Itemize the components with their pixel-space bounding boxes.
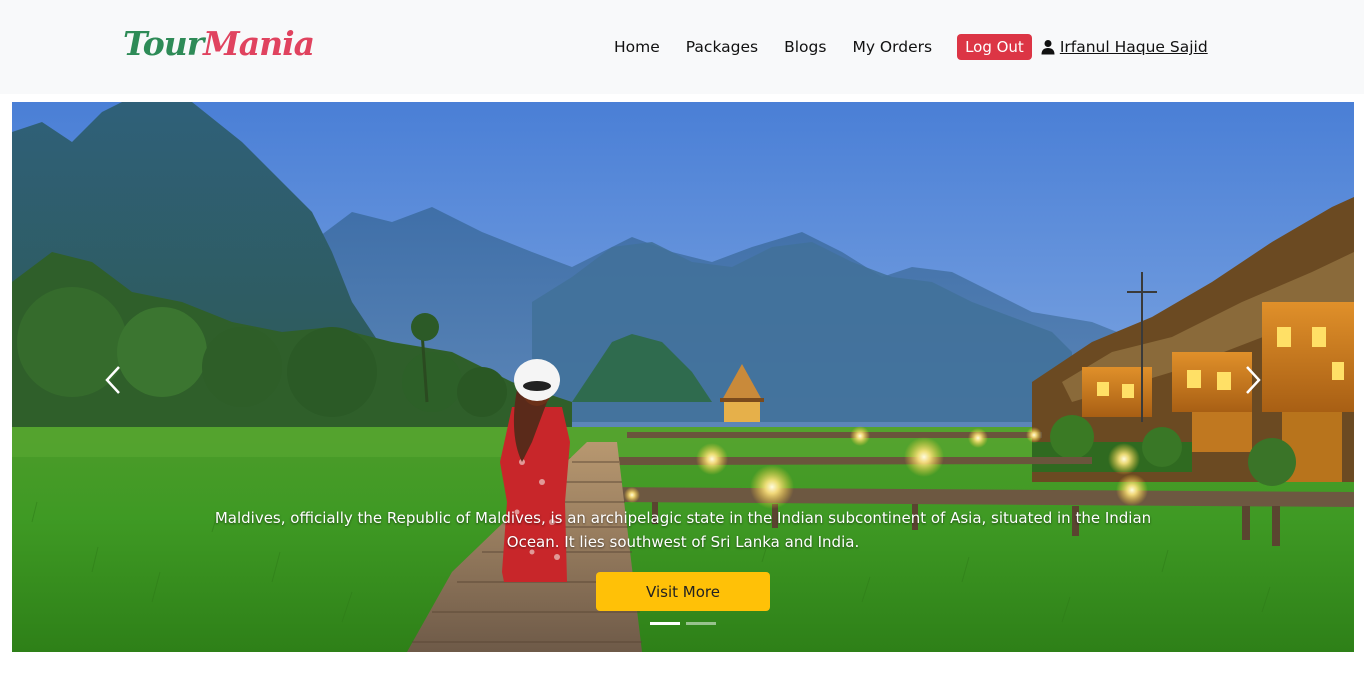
nav-link-packages[interactable]: Packages xyxy=(673,38,771,56)
nav-link-home[interactable]: Home xyxy=(600,38,673,56)
nav-links: Home Packages Blogs My Orders Log Out Ir… xyxy=(600,34,1208,60)
hero-image xyxy=(12,102,1354,652)
carousel-indicator-2[interactable] xyxy=(686,622,716,625)
user-info: Irfanul Haque Sajid xyxy=(1040,38,1208,56)
carousel-next-control[interactable] xyxy=(1238,360,1268,400)
user-icon xyxy=(1041,40,1055,55)
visit-more-button[interactable]: Visit More xyxy=(596,572,770,611)
carousel-caption: Maldives, officially the Republic of Mal… xyxy=(214,509,1152,551)
brand-logo-part2: Mania xyxy=(203,24,315,63)
chevron-right-icon xyxy=(1246,366,1261,394)
user-name-link[interactable]: Irfanul Haque Sajid xyxy=(1060,38,1208,56)
brand-logo[interactable]: TourMania xyxy=(123,14,315,74)
nav-link-blogs[interactable]: Blogs xyxy=(771,38,839,56)
brand-logo-part1: Tour xyxy=(123,24,204,63)
navbar: TourMania Home Packages Blogs My Orders … xyxy=(0,0,1364,94)
carousel-indicators xyxy=(650,622,716,625)
carousel-indicator-1[interactable] xyxy=(650,622,680,625)
chevron-left-icon xyxy=(105,366,120,394)
carousel-prev-control[interactable] xyxy=(98,360,128,400)
hero-carousel: Maldives, officially the Republic of Mal… xyxy=(12,102,1354,652)
nav-link-my-orders[interactable]: My Orders xyxy=(839,38,945,56)
logout-button[interactable]: Log Out xyxy=(957,34,1032,60)
